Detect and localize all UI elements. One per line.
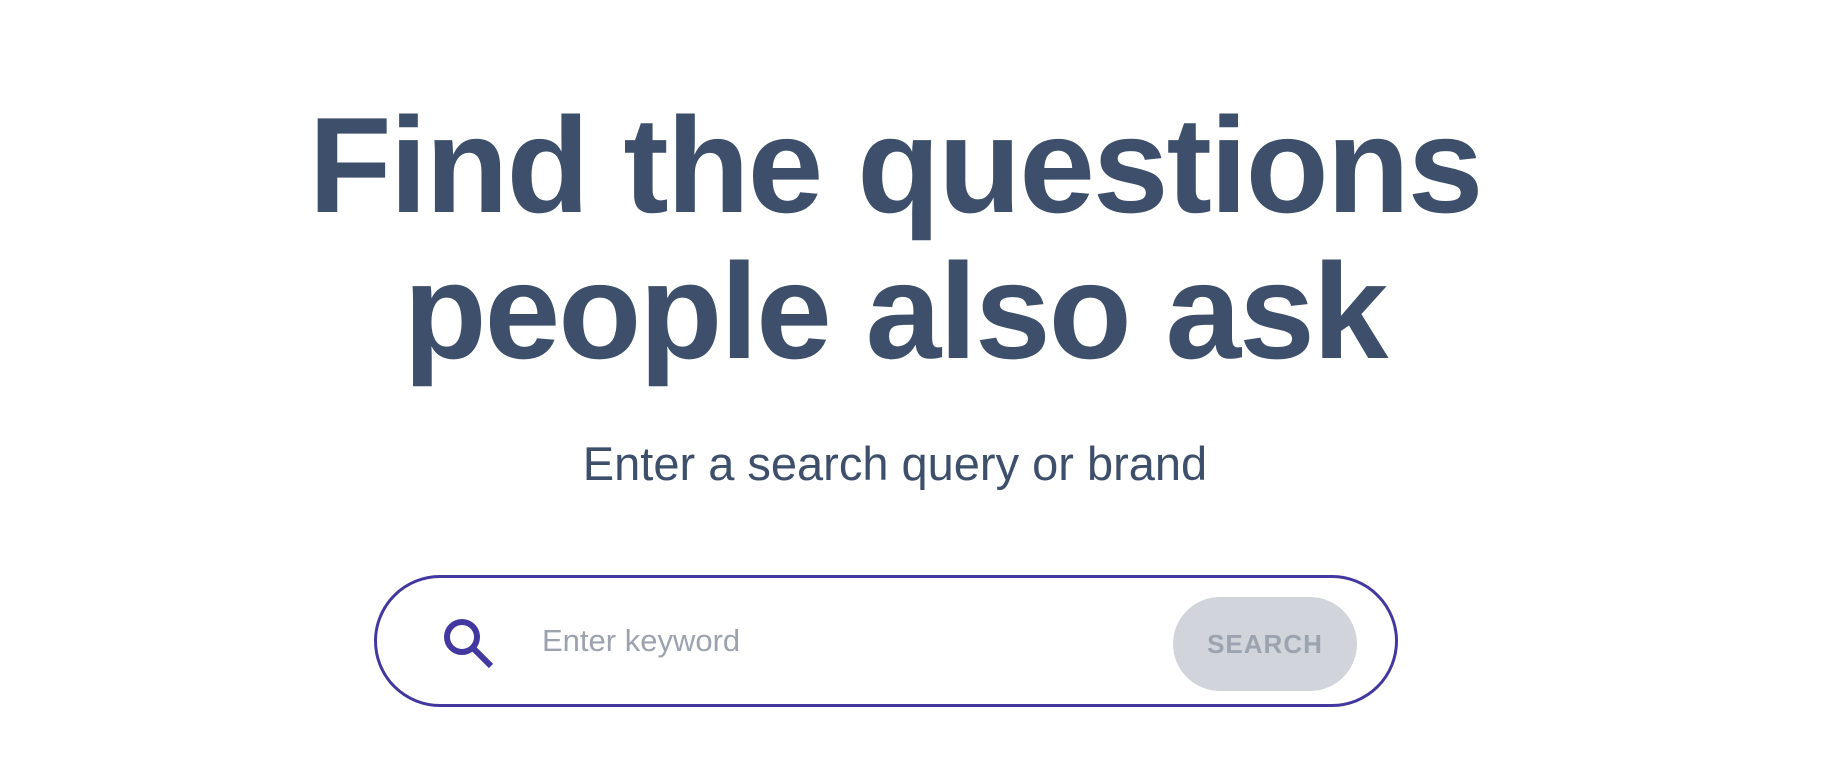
- page-title: Find the questions people also ask: [240, 92, 1550, 384]
- search-icon: [442, 617, 494, 669]
- headline-line-1: Find the questions: [308, 89, 1484, 241]
- search-button[interactable]: SEARCH: [1173, 597, 1357, 691]
- search-bar: SEARCH: [374, 575, 1398, 707]
- headline-line-2: people also ask: [403, 235, 1389, 387]
- subtitle: Enter a search query or brand: [582, 437, 1208, 490]
- search-input[interactable]: [542, 609, 1122, 673]
- hero-section: Find the questions people also ask Enter…: [0, 0, 1838, 778]
